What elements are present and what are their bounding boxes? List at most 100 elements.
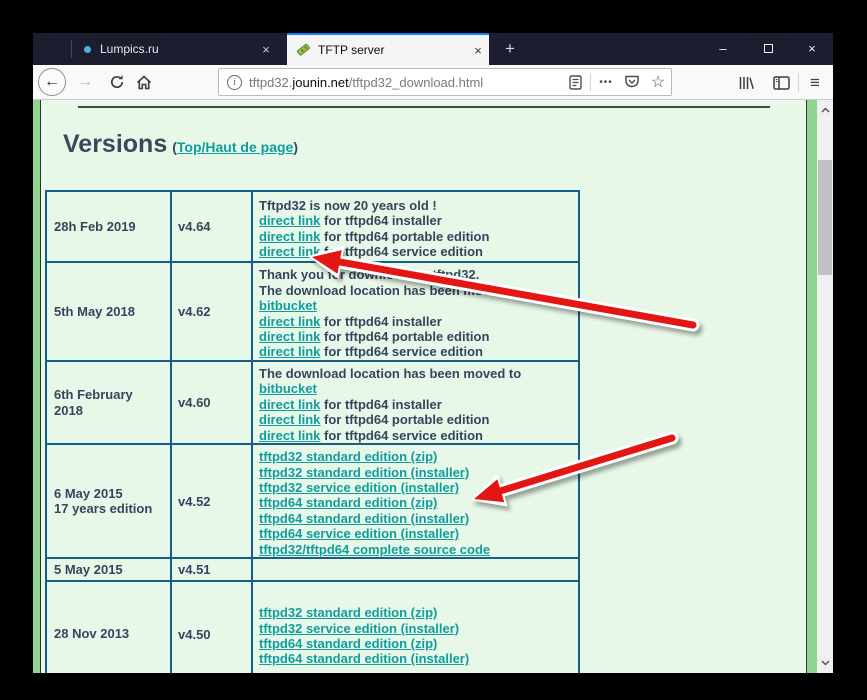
top-of-page-link[interactable]: Top/Haut de page (177, 139, 293, 155)
download-link[interactable]: tftpd64 standard edition (installer) (259, 511, 469, 526)
sidebar-icon (772, 75, 790, 90)
tab-close-icon[interactable]: × (467, 43, 489, 58)
new-tab-button[interactable]: + (497, 33, 523, 65)
download-link[interactable]: tftpd32 standard edition (zip) (259, 605, 437, 620)
release-line: tftpd64 standard edition (zip) (259, 495, 578, 510)
download-link[interactable]: direct link (259, 344, 320, 359)
page-body: Versions (Top/Haut de page) 28h Feb 2019… (42, 100, 806, 673)
download-link[interactable]: direct link (259, 428, 320, 443)
tftp-favicon-icon (296, 43, 311, 57)
version-row: 5 May 2015 v4.51 (45, 557, 580, 583)
release-line: tftpd32 standard edition (zip) (259, 605, 578, 620)
download-link[interactable]: direct link (259, 397, 320, 412)
release-links-cell: Thank you for downloading tftpd32. The do… (251, 261, 580, 362)
page-title: Versions (63, 130, 168, 158)
urlbar-separator (590, 73, 591, 91)
url-path: /tftpd32_download.html (348, 74, 484, 90)
download-link[interactable]: tftpd64 standard edition (zip) (259, 636, 437, 651)
dots-icon: ••• (599, 76, 613, 88)
download-link[interactable]: tftpd32/tftpd64 complete source code (259, 542, 490, 557)
release-line: direct link for tftpd64 installer (259, 314, 578, 329)
release-note-text: for tftpd64 service edition (320, 427, 483, 443)
reader-mode-button[interactable] (562, 69, 588, 95)
download-link[interactable]: direct link (259, 213, 320, 228)
version-number: v4.62 (170, 261, 253, 362)
back-button[interactable]: ← (38, 68, 66, 96)
release-links-cell: Tftpd32 is now 20 years old ! direct link… (251, 190, 580, 263)
release-note-text: The download location has been moved to (259, 366, 522, 381)
download-link[interactable]: direct link (259, 314, 320, 329)
minimize-button[interactable]: – (703, 33, 743, 63)
release-line: direct link for tftpd64 portable edition (259, 229, 578, 244)
release-line: tftpd64 standard edition (installer) (259, 651, 578, 666)
maximize-button[interactable] (748, 33, 788, 63)
release-line: tftpd64 standard edition (installer) (259, 511, 578, 526)
version-row: 6 May 2015 17 years edition v4.52 tftpd32 … (45, 443, 580, 560)
release-links-cell (251, 557, 580, 583)
forward-button[interactable]: → (71, 68, 99, 96)
close-window-button[interactable]: × (792, 33, 832, 63)
back-arrow-icon: ← (44, 73, 60, 90)
bookmark-star-button[interactable]: ☆ (645, 69, 671, 95)
tab-close-icon[interactable]: × (255, 42, 277, 57)
download-link[interactable]: direct link (259, 412, 320, 427)
home-button[interactable] (130, 68, 158, 96)
navigation-toolbar: ← → i tftpd32.jounin.net/tftpd32_downloa… (33, 65, 833, 100)
release-line: bitbucket (259, 298, 578, 313)
version-number: v4.64 (170, 190, 253, 263)
toolbar-separator (798, 73, 799, 92)
release-note-text: Thank you for downloading tftpd32. (259, 267, 480, 283)
release-note-text: for tftpd64 portable edition (320, 228, 490, 244)
scrollbar-thumb[interactable] (818, 160, 832, 275)
reload-button[interactable] (103, 68, 131, 96)
release-links-cell: tftpd32 standard edition (zip) tftpd32 st… (251, 443, 580, 560)
site-info-icon[interactable]: i (227, 74, 242, 90)
download-link[interactable]: direct link (259, 329, 320, 344)
url-subdomain: tftpd32. (249, 74, 293, 90)
versions-table-body: 28h Feb 2019 v4.64 Tftpd32 is now 20 years… (45, 190, 580, 673)
download-link[interactable]: tftpd64 standard edition (installer) (259, 651, 469, 666)
download-link[interactable]: tftpd64 standard edition (zip) (259, 495, 437, 510)
menu-button[interactable]: ≡ (801, 69, 829, 96)
page-right-border (806, 100, 817, 673)
release-line: direct link for tftpd64 service edition (259, 428, 578, 443)
sidebar-toggle-button[interactable] (767, 69, 795, 96)
download-link[interactable]: direct link (259, 229, 320, 244)
tab-tftp-server[interactable]: TFTP server × (287, 33, 489, 65)
download-link[interactable]: bitbucket (259, 381, 317, 396)
url-bar[interactable]: i tftpd32.jounin.net/tftpd32_download.ht… (218, 68, 672, 96)
release-date: 5 May 2015 (45, 557, 172, 583)
lumpics-favicon-icon (84, 45, 91, 53)
release-line: direct link for tftpd64 portable edition (259, 412, 578, 427)
version-row: 28h Feb 2019 v4.64 Tftpd32 is now 20 years… (45, 190, 580, 263)
release-line: direct link for tftpd64 service edition (259, 344, 578, 359)
download-link[interactable]: direct link (259, 244, 320, 259)
scroll-down-button[interactable] (817, 655, 833, 671)
scroll-up-button[interactable] (817, 102, 833, 118)
release-line: direct link for tftpd64 installer (259, 397, 578, 412)
tab-bar: Lumpics.ru × TFTP server × + – × (33, 33, 833, 65)
release-line: tftpd64 standard edition (zip) (259, 636, 578, 651)
download-link[interactable]: tftpd32 standard edition (installer) (259, 465, 469, 480)
page-actions-button[interactable]: ••• (593, 69, 619, 95)
release-note-text: for tftpd64 installer (320, 313, 442, 329)
version-number: v4.50 (170, 580, 253, 673)
pocket-button[interactable] (619, 69, 645, 95)
release-date: 6 May 2015 17 years edition (45, 443, 172, 560)
download-link[interactable]: tftpd64 service edition (installer) (259, 526, 459, 541)
horizontal-rule (78, 106, 770, 108)
release-line: direct link for tftpd64 service edition (259, 244, 578, 259)
caret-up-icon (821, 107, 829, 113)
download-link[interactable]: tftpd32 standard edition (zip) (259, 449, 437, 464)
library-button[interactable] (732, 69, 760, 96)
scrollbar[interactable] (817, 100, 833, 673)
hamburger-icon: ≡ (810, 72, 820, 92)
release-date: 6th February 2018 (45, 359, 172, 446)
tab-lumpics[interactable]: Lumpics.ru × (72, 33, 277, 65)
release-line: tftpd32 standard edition (zip) (259, 449, 578, 464)
download-link[interactable]: bitbucket (259, 298, 317, 313)
download-link[interactable]: tftpd32 service edition (installer) (259, 480, 459, 495)
release-note-text: for tftpd64 service edition (320, 243, 483, 259)
release-note-text: The download location has been moved to (259, 282, 522, 298)
download-link[interactable]: tftpd32 service edition (installer) (259, 621, 459, 636)
